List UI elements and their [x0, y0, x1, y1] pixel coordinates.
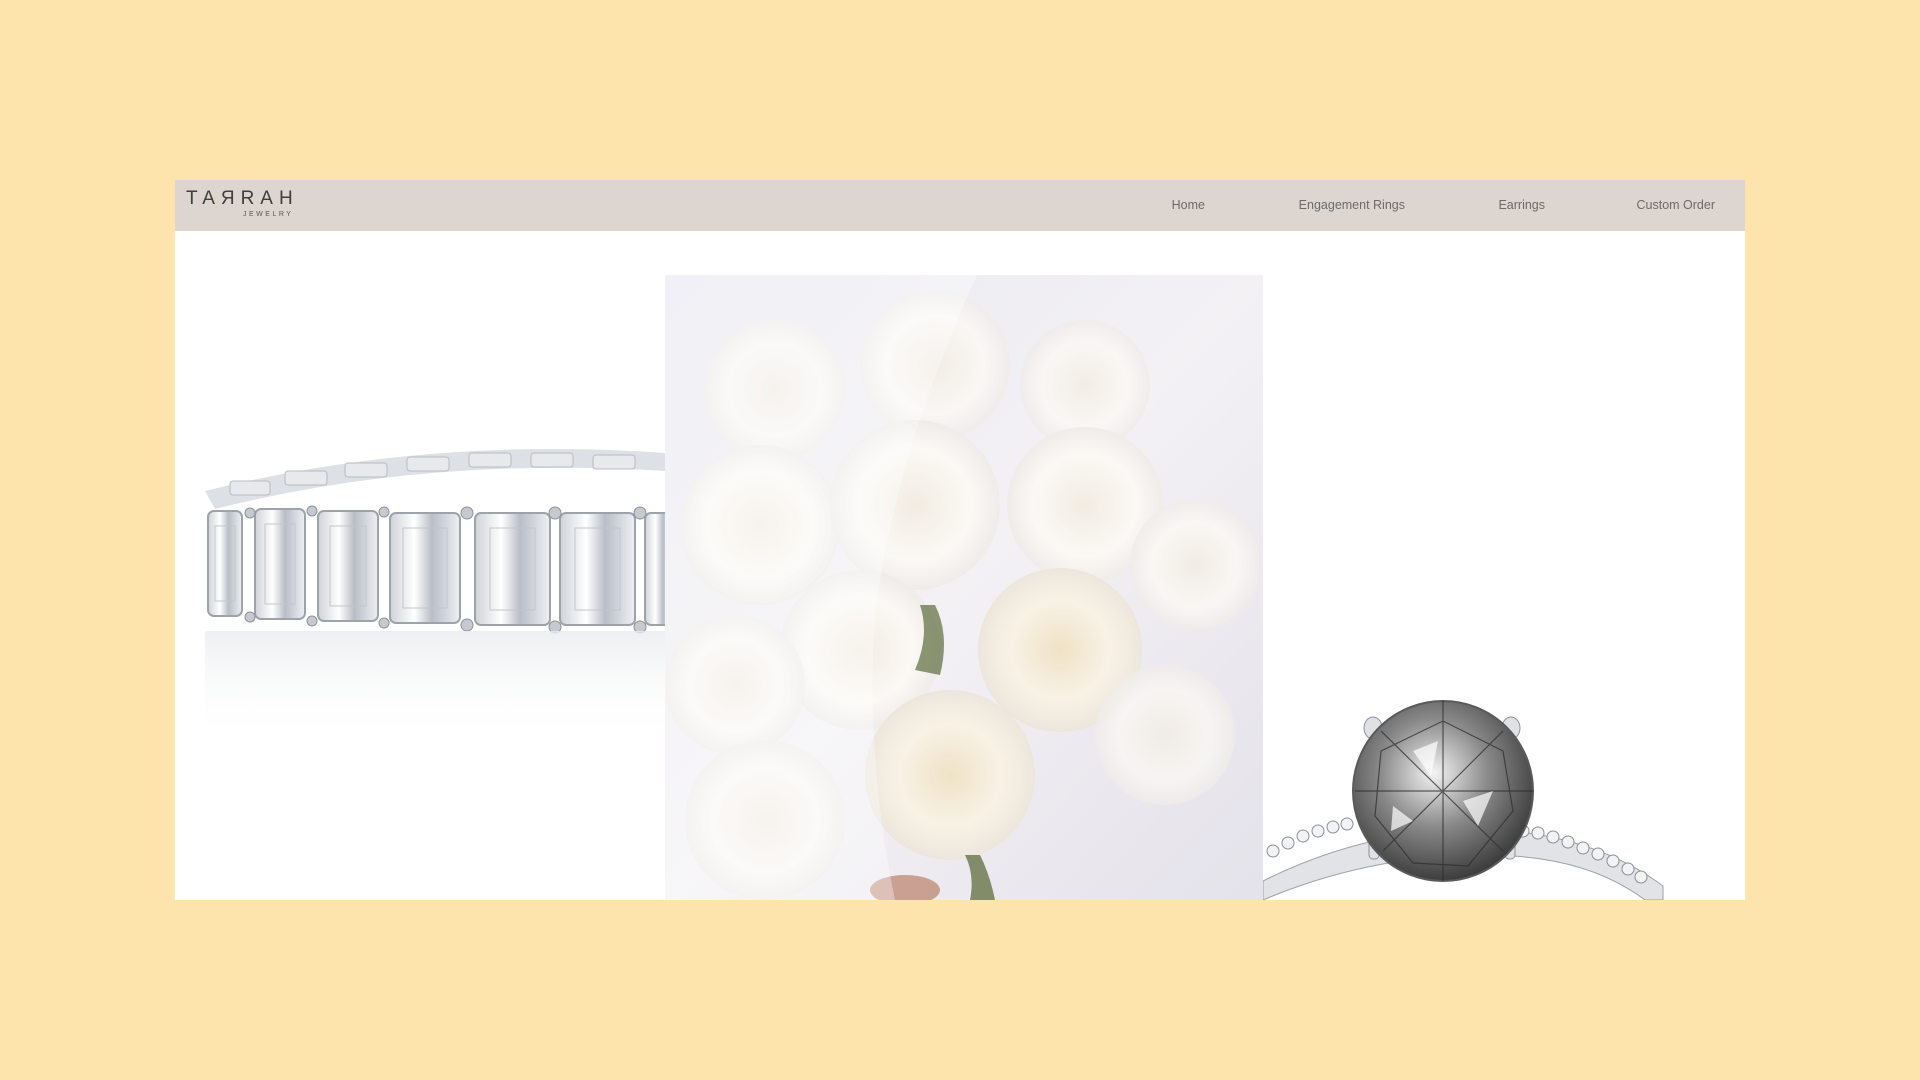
rose-bouquet-image[interactable]: [665, 275, 1263, 900]
brand-logo[interactable]: TAЯRAH JEWELRY: [186, 188, 311, 222]
solitaire-ring-image[interactable]: [1263, 231, 1745, 900]
nav-custom-order[interactable]: Custom Order: [1637, 198, 1716, 212]
navbar: TAЯRAH JEWELRY Home Engagement Rings Ear…: [175, 180, 1745, 231]
logo-subtext: JEWELRY: [243, 211, 294, 218]
nav-engagement-rings[interactable]: Engagement Rings: [1299, 198, 1405, 212]
hero-gallery: [175, 231, 1745, 900]
site-frame: TAЯRAH JEWELRY Home Engagement Rings Ear…: [175, 180, 1745, 900]
eternity-band-image[interactable]: [175, 231, 665, 900]
nav-earrings[interactable]: Earrings: [1498, 198, 1545, 212]
nav-home[interactable]: Home: [1172, 198, 1205, 212]
logo-wordmark: TAЯRAH: [186, 188, 299, 209]
